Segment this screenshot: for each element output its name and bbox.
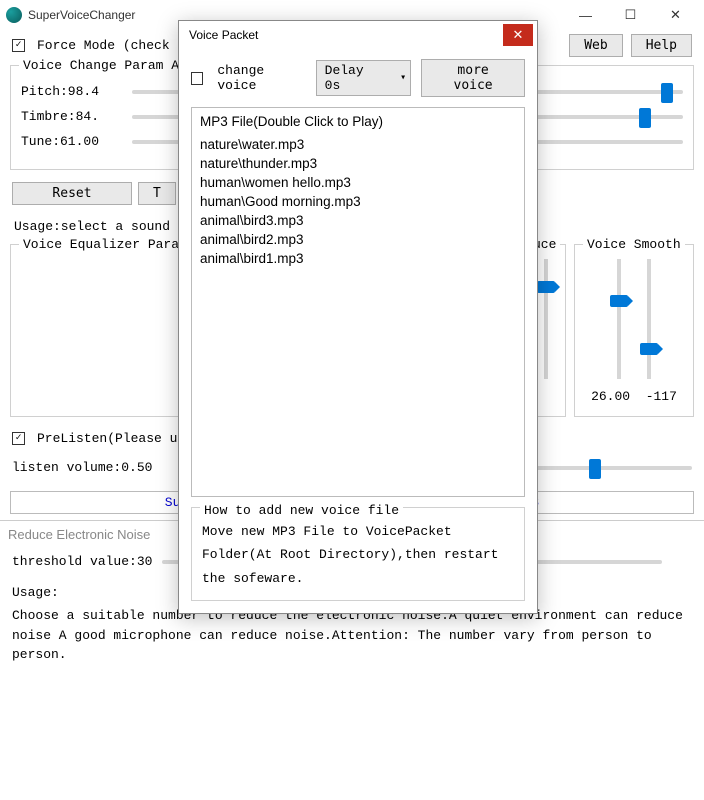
smooth-val2: -117 — [646, 389, 677, 404]
second-button[interactable]: T — [138, 182, 176, 205]
smooth-thumb-2[interactable] — [640, 343, 658, 355]
more-voice-button[interactable]: more voice — [421, 59, 525, 97]
chevron-down-icon: ▾ — [400, 72, 406, 84]
reduce-thumb[interactable] — [537, 281, 555, 293]
timbre-label: Timbre:84. — [21, 109, 126, 124]
tune-label: Tune:61.00 — [21, 134, 126, 149]
smooth-slider-2[interactable] — [647, 259, 651, 379]
maximize-button[interactable]: ☐ — [608, 1, 653, 29]
change-voice-label: change voice — [217, 63, 305, 93]
delay-value: Delay 0s — [325, 63, 382, 93]
smooth-thumb-1[interactable] — [610, 295, 628, 307]
listen-volume-label: listen volume:0.50 — [12, 460, 172, 475]
list-item[interactable]: human\Good morning.mp3 — [200, 192, 516, 211]
smooth-legend: Voice Smooth — [583, 237, 685, 252]
minimize-button[interactable]: — — [563, 1, 608, 29]
window-controls: — ☐ ✕ — [563, 1, 698, 29]
modal-title: Voice Packet — [189, 28, 503, 42]
app-icon — [6, 7, 22, 23]
list-item[interactable]: animal\bird2.mp3 — [200, 230, 516, 249]
howto-group: How to add new voice file Move new MP3 F… — [191, 507, 525, 601]
threshold-label: threshold value:30 — [12, 554, 152, 569]
eq-legend: Voice Equalizer Param — [19, 237, 191, 252]
howto-body: Move new MP3 File to VoicePacket Folder(… — [202, 520, 514, 590]
prelisten-label: PreListen(Please use — [37, 431, 193, 446]
ren-usage-body: Choose a suitable number to reduce the e… — [12, 606, 692, 665]
close-button[interactable]: ✕ — [653, 1, 698, 29]
voice-packet-dialog: Voice Packet ✕ change voice Delay 0s ▾ m… — [178, 20, 538, 614]
prelisten-checkbox[interactable] — [12, 432, 25, 445]
list-item[interactable]: nature\thunder.mp3 — [200, 154, 516, 173]
delay-dropdown[interactable]: Delay 0s ▾ — [316, 60, 412, 96]
web-button[interactable]: Web — [569, 34, 622, 57]
modal-titlebar[interactable]: Voice Packet ✕ — [179, 21, 537, 49]
mp3-file-list[interactable]: MP3 File(Double Click to Play) nature\wa… — [191, 107, 525, 497]
list-item[interactable]: animal\bird1.mp3 — [200, 249, 516, 268]
help-button[interactable]: Help — [631, 34, 692, 57]
howto-legend: How to add new voice file — [200, 499, 403, 522]
reset-button[interactable]: Reset — [12, 182, 132, 205]
list-item[interactable]: human\women hello.mp3 — [200, 173, 516, 192]
force-mode-checkbox[interactable] — [12, 39, 25, 52]
file-list-header: MP3 File(Double Click to Play) — [200, 114, 516, 129]
timbre-thumb[interactable] — [639, 108, 651, 128]
change-voice-checkbox[interactable] — [191, 72, 203, 85]
pitch-label: Pitch:98.4 — [21, 84, 126, 99]
smooth-val1: 26.00 — [591, 389, 630, 404]
voice-smooth-group: Voice Smooth 26.00 -117 — [574, 244, 694, 417]
modal-close-button[interactable]: ✕ — [503, 24, 533, 46]
reduce-slider[interactable] — [544, 259, 548, 379]
force-mode-label: Force Mode (check it — [37, 38, 193, 53]
list-item[interactable]: nature\water.mp3 — [200, 135, 516, 154]
params-legend: Voice Change Param Adj — [19, 58, 199, 73]
listen-volume-thumb[interactable] — [589, 459, 601, 479]
list-item[interactable]: animal\bird3.mp3 — [200, 211, 516, 230]
smooth-slider-1[interactable] — [617, 259, 621, 379]
pitch-thumb[interactable] — [661, 83, 673, 103]
